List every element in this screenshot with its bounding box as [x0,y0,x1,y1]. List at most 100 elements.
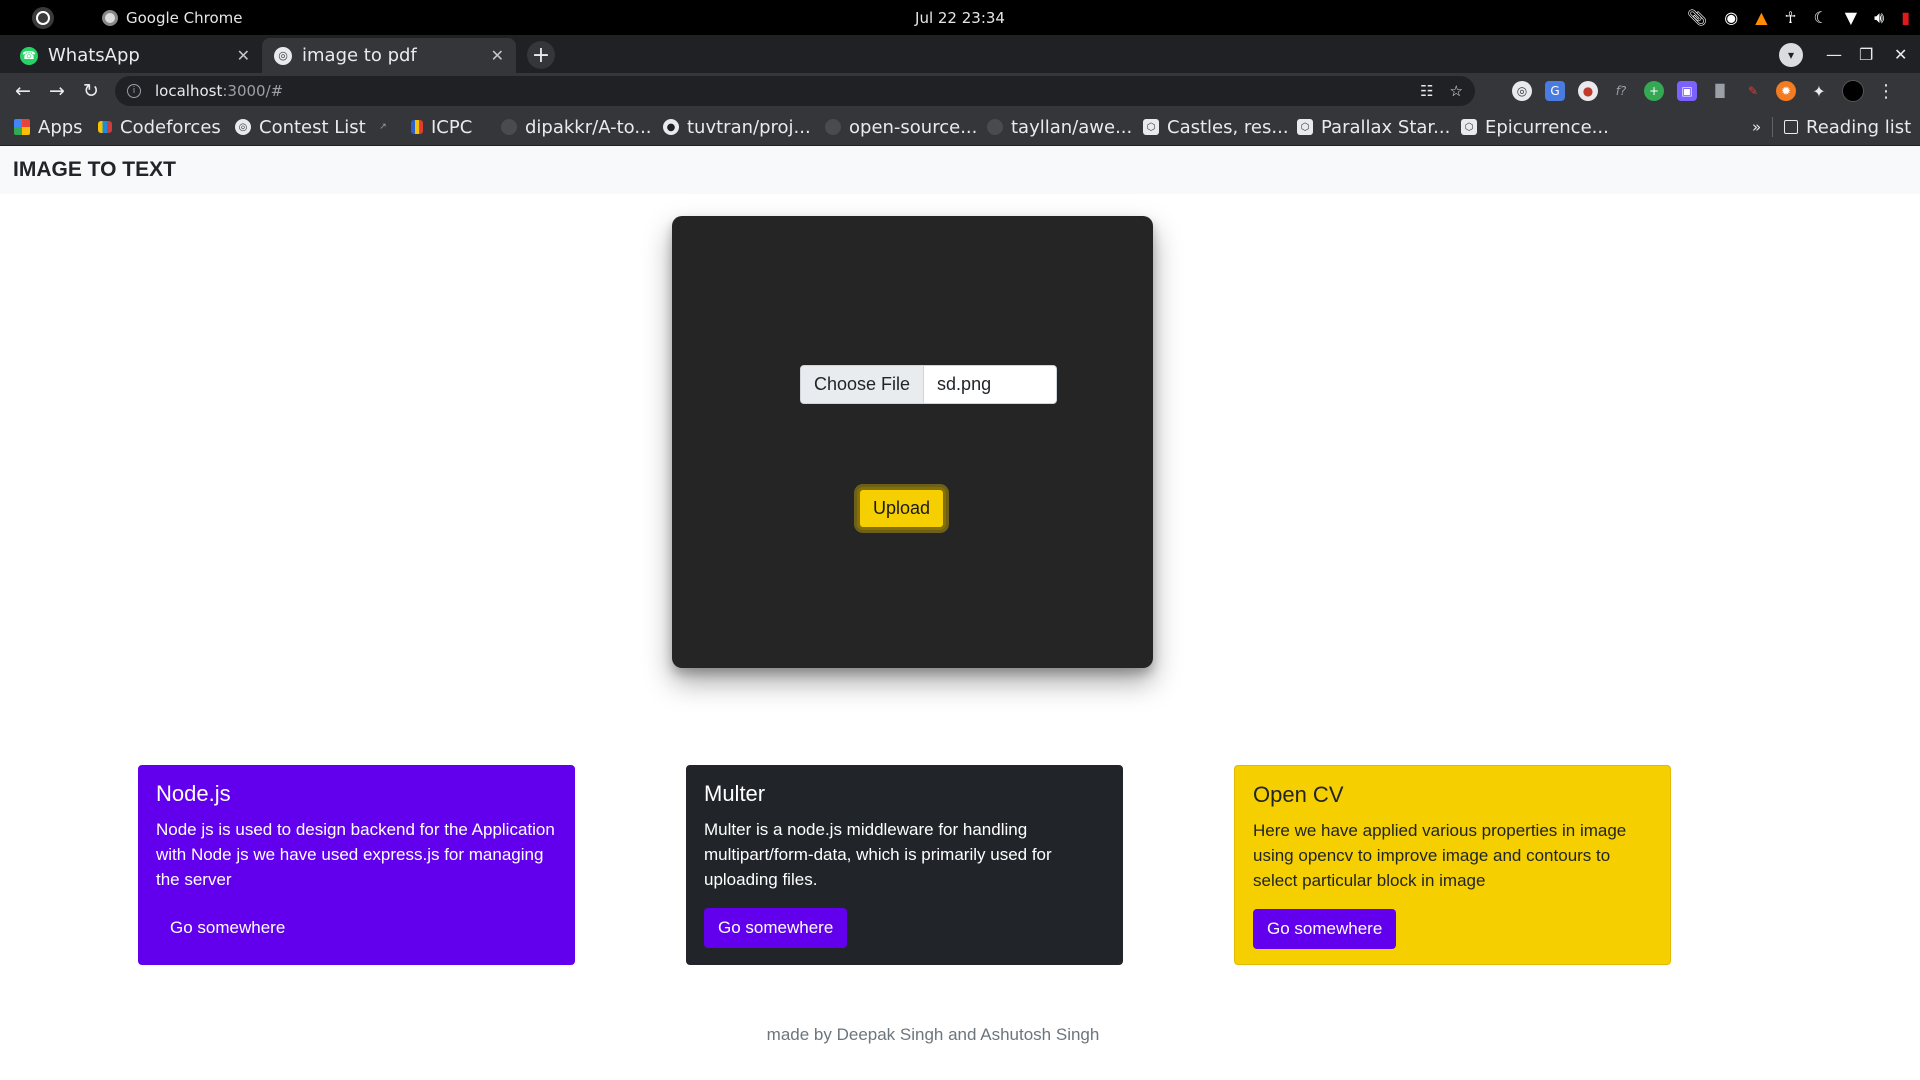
reading-list-icon [1784,120,1798,134]
bookmark-star-icon[interactable]: ☆ [1450,82,1463,100]
close-tab-icon[interactable]: ✕ [237,46,250,65]
codeforces-icon [98,121,112,133]
file-input[interactable]: Choose File sd.png [800,365,1057,404]
bookmark-codeforces[interactable]: Codeforces [98,109,221,145]
bookmark-label: Apps [38,116,83,138]
bookmark-castles[interactable]: ⬡ Castles, res... [1143,109,1289,145]
os-clock[interactable]: Jul 22 23:34 [915,9,1005,27]
go-somewhere-button[interactable]: Go somewhere [704,908,848,948]
close-window-icon[interactable]: ✕ [1894,35,1907,73]
new-tab-button[interactable]: + [527,41,555,69]
apps-grid-icon [14,119,30,135]
bookmark-label: ICPC [431,116,473,138]
globe-extension-icon[interactable]: ◎ [1512,81,1532,101]
bars-extension-icon[interactable]: ▐▌ [1710,81,1730,101]
volume-icon[interactable]: 🔊︎ [1874,8,1884,28]
globe-icon: ◎ [235,119,251,135]
os-app-menu[interactable]: Google Chrome [102,0,243,35]
bookmark-label: Castles, res... [1167,116,1289,138]
battery-icon[interactable]: ▮ [1901,8,1910,27]
accessibility-icon[interactable]: ☥ [1785,8,1797,27]
wifi-icon[interactable]: ▼ [1845,8,1857,27]
bookmark-open-source[interactable]: open-source... [825,109,977,145]
omnibox-actions: ☷ ☆ [1420,76,1463,106]
bookmark-dipakkr[interactable]: dipakkr/A-to... [501,109,652,145]
github-icon [987,119,1003,135]
puzzle-extensions-icon[interactable]: ✦ [1809,81,1829,101]
bookmark-apps[interactable]: Apps [14,109,83,145]
google-translate-extension-icon[interactable]: G [1545,81,1565,101]
os-app-name: Google Chrome [126,8,243,27]
github-icon [825,119,841,135]
vlc-cone-icon[interactable]: ▲ [1755,8,1767,27]
page-footer: made by Deepak Singh and Ashutosh Singh [766,1025,1100,1044]
go-somewhere-button[interactable]: Go somewhere [1253,909,1397,949]
paperclip-icon[interactable]: 📎︎ [1687,8,1707,27]
restore-icon[interactable]: ❐ [1859,35,1873,73]
minimize-icon[interactable]: — [1826,35,1842,73]
choose-file-button[interactable]: Choose File [801,366,925,403]
system-tray[interactable]: 📎︎ ◉ ▲ ☥ ☾ ▼ 🔊︎ ▮ [1687,0,1910,35]
activities-icon[interactable] [32,7,54,29]
bookmark-label: Contest List [259,116,366,138]
red-pen-extension-icon[interactable]: ✎ [1743,81,1763,101]
chrome-menu-icon[interactable]: ⋮ [1877,81,1895,102]
bookmark-small-link[interactable]: ↗ [378,109,388,145]
bookmark-tuvtran[interactable]: ● tuvtran/proj... [663,109,811,145]
reading-list-button[interactable]: Reading list [1784,109,1911,145]
bookmark-label: open-source... [849,116,978,138]
forward-icon[interactable]: → [42,73,72,109]
bookmark-parallax-star[interactable]: ⬡ Parallax Star... [1297,109,1450,145]
bookmark-contest-list[interactable]: ◎ Contest List [235,109,366,145]
address-bar[interactable]: i localhost:3000/# ☷ ☆ [115,76,1475,106]
reading-list-label: Reading list [1806,116,1912,138]
small-link-icon: ↗ [379,122,387,132]
close-tab-icon[interactable]: ✕ [491,46,504,65]
card-title: Node.js [156,781,231,806]
codepen-icon: ⬡ [1461,119,1477,135]
github-icon: ● [663,119,679,135]
plus-extension-icon[interactable]: + [1644,81,1664,101]
reload-icon[interactable]: ↻ [76,73,106,109]
translate-icon[interactable]: ☷ [1420,82,1433,100]
browser-toolbar: ← → ↻ i localhost:3000/# ☷ ☆ ◎ G ● f? + … [0,73,1920,109]
go-somewhere-button[interactable]: Go somewhere [156,908,300,948]
tab-whatsapp[interactable]: ☎ WhatsApp ✕ [8,38,262,73]
tab-strip: ☎ WhatsApp ✕ ◎ image to pdf ✕ ▾ — ❐ ✕ [0,35,1920,73]
codepen-icon: ⬡ [1143,119,1159,135]
card-multer: Multer Multer is a node.js middleware fo… [686,765,1123,965]
os-top-bar: Google Chrome Jul 22 23:34 📎︎ ◉ ▲ ☥ ☾ ▼ … [0,0,1920,35]
back-icon[interactable]: ← [8,73,38,109]
url-path: :3000/# [222,82,284,100]
card-opencv: Open CV Here we have applied various pro… [1234,765,1671,965]
colorzilla-extension-icon[interactable]: ● [1578,81,1598,101]
tab-image-to-pdf[interactable]: ◎ image to pdf ✕ [262,38,516,73]
bookmarks-overflow-button[interactable]: » [1752,109,1761,145]
bookmark-label: Epicurrence... [1485,116,1609,138]
globe-icon: ◎ [274,46,292,65]
bookmark-icpc[interactable]: ICPC [411,109,472,145]
site-info-icon[interactable]: i [127,84,141,98]
tab-search-icon[interactable]: ▾ [1779,43,1803,67]
orange-extension-icon[interactable]: ✹ [1776,81,1796,101]
bookmarks-separator [1772,117,1773,137]
page-navbar: IMAGE TO TEXT [0,146,1920,194]
bookmark-label: tayllan/awe... [1011,116,1133,138]
upload-panel: Choose File sd.png Upload [672,216,1153,668]
card-text: Multer is a node.js middleware for handl… [704,820,1052,890]
purple-extension-icon[interactable]: ▣ [1677,81,1697,101]
font-extension-icon[interactable]: f? [1611,81,1631,101]
github-icon [501,119,517,135]
page-brand[interactable]: IMAGE TO TEXT [13,158,176,182]
record-icon[interactable]: ◉ [1724,8,1738,27]
bookmark-epicurrence[interactable]: ⬡ Epicurrence... [1461,109,1609,145]
bookmark-tayllan[interactable]: tayllan/awe... [987,109,1132,145]
profile-avatar[interactable] [1842,80,1864,102]
upload-button[interactable]: Upload [857,487,946,530]
bookmark-label: Codeforces [120,116,221,138]
night-light-icon[interactable]: ☾ [1813,8,1827,27]
bookmark-label: dipakkr/A-to... [525,116,652,138]
url-host: localhost [155,82,223,100]
bookmark-label: Parallax Star... [1321,116,1451,138]
whatsapp-icon: ☎ [20,46,38,65]
